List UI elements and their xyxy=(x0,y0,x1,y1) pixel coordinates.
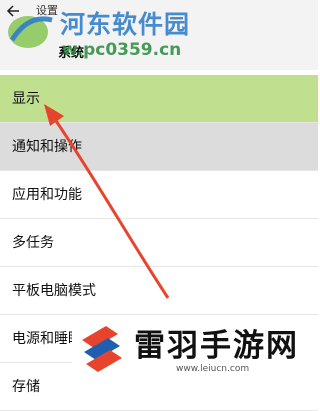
watermark-bottom-logo-icon xyxy=(82,326,122,372)
watermark-bottom-title: 雷羽手游网 xyxy=(134,328,299,364)
title-bar: 设置 系统 河东软件园 w.pc0359.cn xyxy=(0,0,318,70)
nav-item-display[interactable]: 显示 xyxy=(0,75,318,123)
nav-item-notifications[interactable]: 通知和操作 xyxy=(0,123,318,171)
watermark-url: w.pc0359.cn xyxy=(62,40,182,60)
watermark-logo-icon xyxy=(8,16,53,48)
nav-item-multitasking[interactable]: 多任务 xyxy=(0,219,318,267)
watermark-bottom-url: www.leiucn.com xyxy=(176,364,250,374)
watermark-bottom: 雷羽手游网 www.leiucn.com xyxy=(72,318,318,384)
watermark-title: 河东软件园 xyxy=(60,10,191,39)
nav-item-tablet-mode[interactable]: 平板电脑模式 xyxy=(0,267,318,315)
nav-item-apps-features[interactable]: 应用和功能 xyxy=(0,171,318,219)
